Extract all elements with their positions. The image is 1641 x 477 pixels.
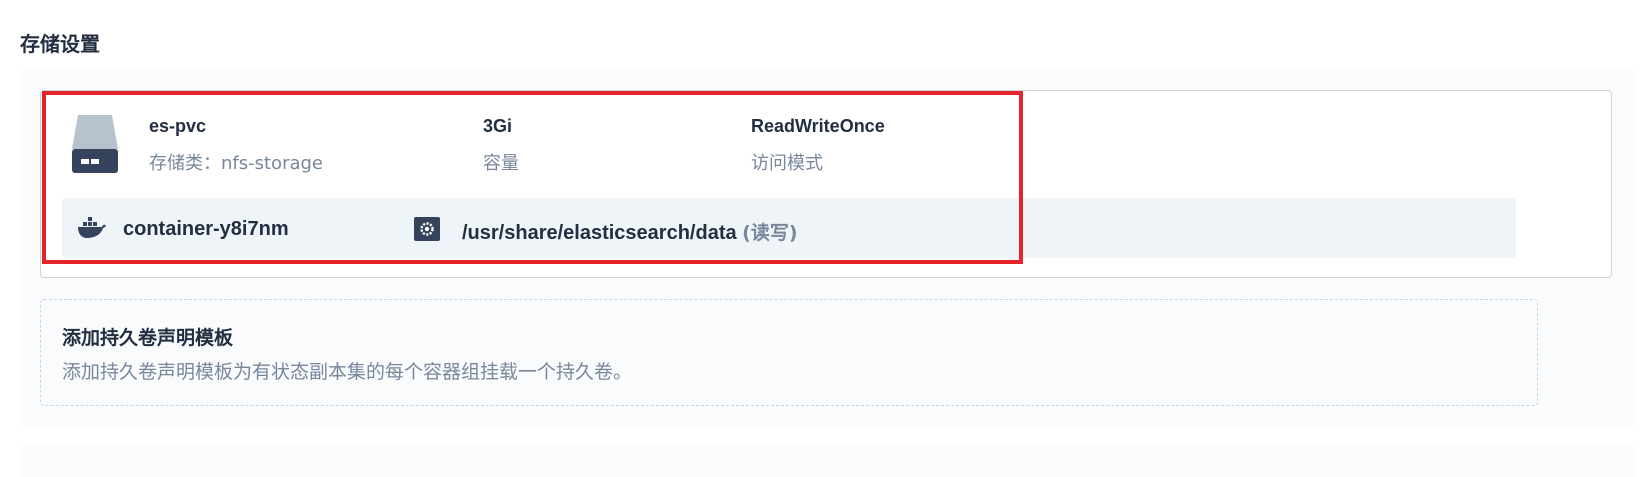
mount-mode: (读写) [742, 222, 798, 244]
access-mode-value: ReadWriteOnce [751, 116, 885, 136]
capacity-value: 3Gi [483, 116, 513, 136]
add-template-description: 添加持久卷声明模板为有状态副本集的每个容器组挂载一个持久卷。 [62, 361, 633, 383]
container-name: container-y8i7nm [123, 218, 289, 240]
access-mode-label: 访问模式 [751, 153, 823, 174]
gear-icon [414, 217, 440, 241]
volume-name: es-pvc [149, 116, 207, 136]
add-pvc-template-button[interactable] [40, 299, 1538, 406]
docker-icon [78, 217, 106, 238]
mount-path-value: /usr/share/elasticsearch/data [462, 222, 737, 244]
section-title: 存储设置 [20, 32, 100, 56]
next-section-panel [20, 446, 1636, 477]
storage-settings-page: 存储设置 es-pvc 存储类：nfs-storage 3Gi 容量 ReadW… [0, 0, 1641, 477]
storage-class-label: 存储类：nfs-storage [149, 153, 323, 174]
mount-path: /usr/share/elasticsearch/data (读写) [462, 218, 798, 245]
capacity-label: 容量 [483, 153, 519, 174]
disk-icon [72, 115, 118, 173]
add-template-title: 添加持久卷声明模板 [62, 327, 234, 349]
